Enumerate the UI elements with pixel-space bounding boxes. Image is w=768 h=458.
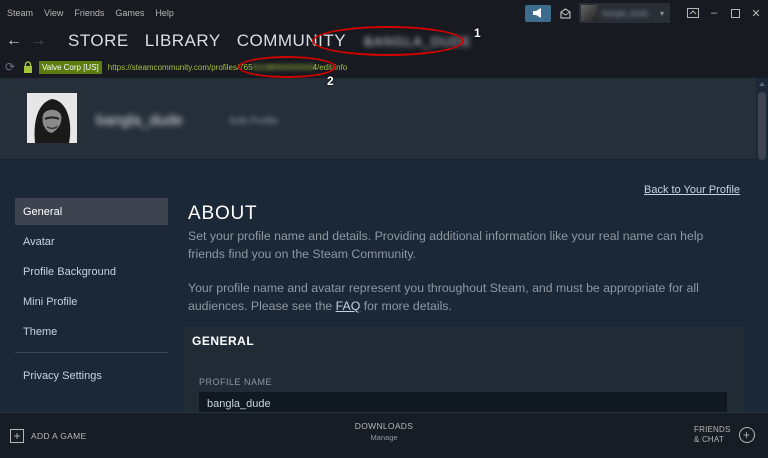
account-menu[interactable]: bangla_dude ▾ xyxy=(578,3,670,23)
forward-arrow-icon[interactable]: → xyxy=(30,32,48,50)
url-bar: ⟳ Valve Corp [US] https://steamcommunity… xyxy=(0,56,768,78)
add-friend-icon: + xyxy=(738,427,755,443)
announcements-button[interactable] xyxy=(524,4,551,22)
nav-library[interactable]: LIBRARY xyxy=(145,31,221,51)
friends-label: FRIENDS xyxy=(694,425,731,434)
chat-label: & CHAT xyxy=(694,435,724,444)
account-name: bangla_dude xyxy=(601,8,649,18)
menu-bar-right: bangla_dude ▾ – ✕ xyxy=(524,0,768,26)
section-title: GENERAL xyxy=(192,334,255,348)
nav-store[interactable]: STORE xyxy=(68,31,129,51)
menu-view[interactable]: View xyxy=(44,8,63,18)
sidebar-item-privacy-settings[interactable]: Privacy Settings xyxy=(15,362,168,389)
scroll-up-icon[interactable] xyxy=(759,82,765,86)
sidebar-item-profile-background[interactable]: Profile Background xyxy=(15,258,168,285)
add-game-label: ADD A GAME xyxy=(31,431,87,441)
megaphone-icon xyxy=(532,8,541,18)
minimize-icon: – xyxy=(710,7,718,19)
sidebar-item-theme[interactable]: Theme xyxy=(15,318,168,345)
annotation-number-2: 2 xyxy=(327,74,334,88)
downloads-label: DOWNLOADS xyxy=(354,421,414,431)
profile-header: bangla_dude Edit Profile xyxy=(0,78,756,160)
big-picture-button[interactable] xyxy=(684,4,702,22)
menu-games[interactable]: Games xyxy=(115,8,144,18)
plus-icon: + xyxy=(10,429,24,443)
chevron-down-icon: ▾ xyxy=(659,8,664,18)
menu-steam[interactable]: Steam xyxy=(7,8,33,18)
bottom-bar: + ADD A GAME DOWNLOADS Manage FRIENDS & … xyxy=(0,412,768,458)
sidebar-divider xyxy=(15,352,168,353)
scrollbar-thumb[interactable] xyxy=(758,92,766,160)
add-game-button[interactable]: + ADD A GAME xyxy=(10,429,86,443)
account-avatar xyxy=(580,5,597,21)
maximize-button[interactable] xyxy=(726,4,744,22)
back-to-profile-link[interactable]: Back to Your Profile xyxy=(644,184,740,196)
envelope-icon xyxy=(560,7,572,19)
menu-help[interactable]: Help xyxy=(155,8,174,18)
certificate-badge: Valve Corp [US] xyxy=(39,60,102,74)
friends-chat-label: FRIENDS & CHAT xyxy=(694,425,731,445)
profile-subtitle: Edit Profile xyxy=(230,116,279,127)
settings-sidebar: General Avatar Profile Background Mini P… xyxy=(15,198,168,392)
faq-link[interactable]: FAQ xyxy=(336,299,361,313)
url-start: https://steamcommunity.com/profiles/765 xyxy=(107,62,253,72)
close-button[interactable]: ✕ xyxy=(747,4,765,22)
downloads-manage: Manage xyxy=(370,433,398,442)
profile-name-label: PROFILE NAME xyxy=(199,377,273,387)
about-description: Set your profile name and details. Provi… xyxy=(188,229,704,261)
scrollbar[interactable] xyxy=(756,78,768,412)
notifications-button[interactable] xyxy=(559,6,573,20)
sidebar-item-general[interactable]: General xyxy=(15,198,168,225)
annotation-number-1: 1 xyxy=(474,26,481,40)
sidebar-item-mini-profile[interactable]: Mini Profile xyxy=(15,288,168,315)
guidelines-text-after: for more details. xyxy=(360,299,452,313)
back-arrow-icon[interactable]: ← xyxy=(6,32,24,50)
maximize-icon xyxy=(730,8,740,18)
reload-icon[interactable]: ⟳ xyxy=(5,60,19,74)
friends-chat-button[interactable]: FRIENDS & CHAT + xyxy=(694,425,755,445)
menu-friends[interactable]: Friends xyxy=(74,8,104,18)
profile-avatar[interactable] xyxy=(27,93,77,143)
minimize-button[interactable]: – xyxy=(705,4,723,22)
profile-name: bangla_dude xyxy=(96,112,183,129)
about-guidelines: Your profile name and avatar represent y… xyxy=(188,279,743,315)
close-icon: ✕ xyxy=(751,7,761,20)
downloads-button[interactable]: DOWNLOADS Manage xyxy=(334,421,434,442)
menu-bar: Steam View Friends Games Help bangla_dud… xyxy=(0,0,768,26)
big-picture-icon xyxy=(687,8,699,18)
avatar-image xyxy=(27,93,77,143)
annotation-ellipse-2 xyxy=(238,56,336,78)
general-section: GENERAL PROFILE NAME xyxy=(184,326,744,416)
page-title: ABOUT xyxy=(188,203,258,224)
annotation-ellipse-1 xyxy=(312,26,464,56)
lock-icon xyxy=(23,61,35,74)
sidebar-item-avatar[interactable]: Avatar xyxy=(15,228,168,255)
